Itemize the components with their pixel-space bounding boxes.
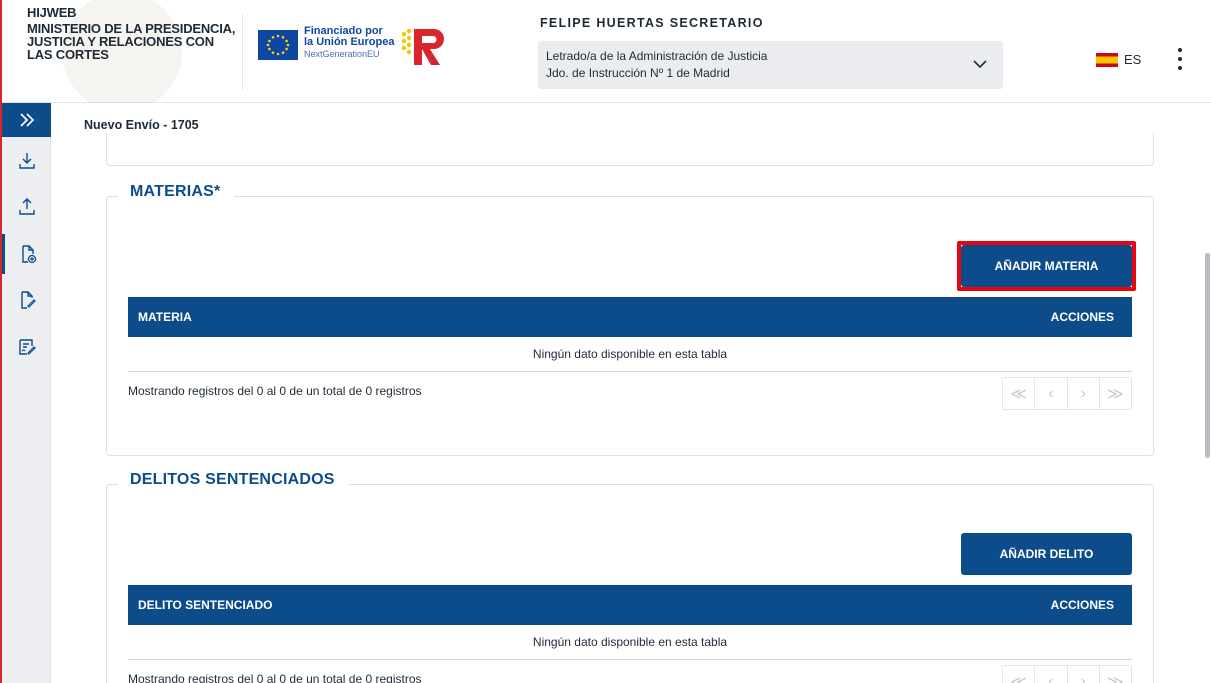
chevron-down-icon [973,60,987,69]
user-name: FELIPE HUERTAS SECRETARIO [540,16,764,30]
sidebar-item-received[interactable] [2,141,51,181]
sidebar-item-drafts[interactable] [2,280,51,320]
pager-first-button[interactable]: ≪ [1003,378,1036,409]
recovery-plan-logo-icon [401,28,444,65]
highlight-box [957,241,1136,291]
sidebar-item-new-send[interactable] [2,234,51,274]
sidebar-item-signatures[interactable] [2,327,51,367]
pager-last-button[interactable]: ≫ [1100,666,1131,683]
materias-table-header: MATERIA ACCIONES [128,297,1132,337]
page-title: Nuevo Envío - 1705 [84,118,199,132]
sidebar [2,103,51,683]
role-select[interactable]: Letrado/a de la Administración de Justic… [538,41,1003,89]
eu-flag-icon [258,30,298,60]
pager-prev-button[interactable]: ‹ [1035,666,1068,683]
ministry-name: MINISTERIO DE LA PRESIDENCIA, JUSTICIA Y… [27,21,236,62]
role-line2: Jdo. de Instrucción Nº 1 de Madrid [546,66,730,80]
delitos-legend: DELITOS SENTENCIADOS [118,471,349,489]
delitos-table-info: Mostrando registros del 0 al 0 de un tot… [128,672,422,683]
main-content: Nuevo Envío - 1705 MATERIAS* AÑADIR MATE… [51,103,1201,683]
app-name: HIJWEB [27,5,77,20]
materias-section: MATERIAS* AÑADIR MATERIA MATERIA ACCIONE… [106,183,1154,456]
header-divider [242,14,243,90]
scrollbar-thumb[interactable] [1205,253,1210,458]
col-delito: DELITO SENTENCIADO [138,598,273,612]
col-materia: MATERIA [138,310,192,324]
eu-funding-text: Financiado por la Unión Europea NextGene… [304,26,394,60]
col-acciones: ACCIONES [1050,598,1114,612]
ministry-block: HIJWEB MINISTERIO DE LA PRESIDENCIA, JUS… [27,6,237,61]
materias-legend: MATERIAS* [118,183,235,201]
materias-empty-row: Ningún dato disponible en esta tabla [128,337,1132,372]
sidebar-toggle-button[interactable] [2,103,51,137]
materias-table-info: Mostrando registros del 0 al 0 de un tot… [128,384,422,398]
delitos-pager: ≪ ‹ › ≫ [1002,665,1132,683]
role-line1: Letrado/a de la Administración de Justic… [546,49,768,63]
col-acciones: ACCIONES [1050,310,1114,324]
pager-next-button[interactable]: › [1068,666,1100,683]
top-header: HIJWEB MINISTERIO DE LA PRESIDENCIA, JUS… [2,0,1211,103]
more-options-icon[interactable] [1172,46,1188,72]
delitos-empty-row: Ningún dato disponible en esta tabla [128,625,1132,660]
edit-document-icon [20,291,36,309]
delitos-table-header: DELITO SENTENCIADO ACCIONES [128,585,1132,625]
add-delito-button[interactable]: AÑADIR DELITO [961,533,1132,575]
signed-form-icon [18,339,36,355]
eu-line2: la Unión Europea [304,36,395,48]
spain-flag-icon [1096,52,1118,67]
double-chevron-right-icon [19,113,34,127]
language-code: ES [1124,52,1142,67]
sidebar-item-sent[interactable] [2,187,51,227]
eu-line3: NextGenerationEU [304,49,380,59]
new-document-icon [22,245,37,264]
vertical-scrollbar[interactable] [1201,103,1211,683]
language-selector[interactable]: ES [1096,52,1141,67]
previous-section-card [106,133,1154,166]
upload-tray-icon [18,198,35,215]
materias-pager: ≪ ‹ › ≫ [1002,377,1132,410]
download-tray-icon [18,153,35,169]
delitos-section: DELITOS SENTENCIADOS AÑADIR DELITO DELIT… [106,471,1154,683]
app-window: HIJWEB MINISTERIO DE LA PRESIDENCIA, JUS… [0,0,1211,683]
pager-last-button[interactable]: ≫ [1100,378,1131,409]
pager-prev-button[interactable]: ‹ [1035,378,1068,409]
pager-next-button[interactable]: › [1068,378,1100,409]
pager-first-button[interactable]: ≪ [1003,666,1036,683]
